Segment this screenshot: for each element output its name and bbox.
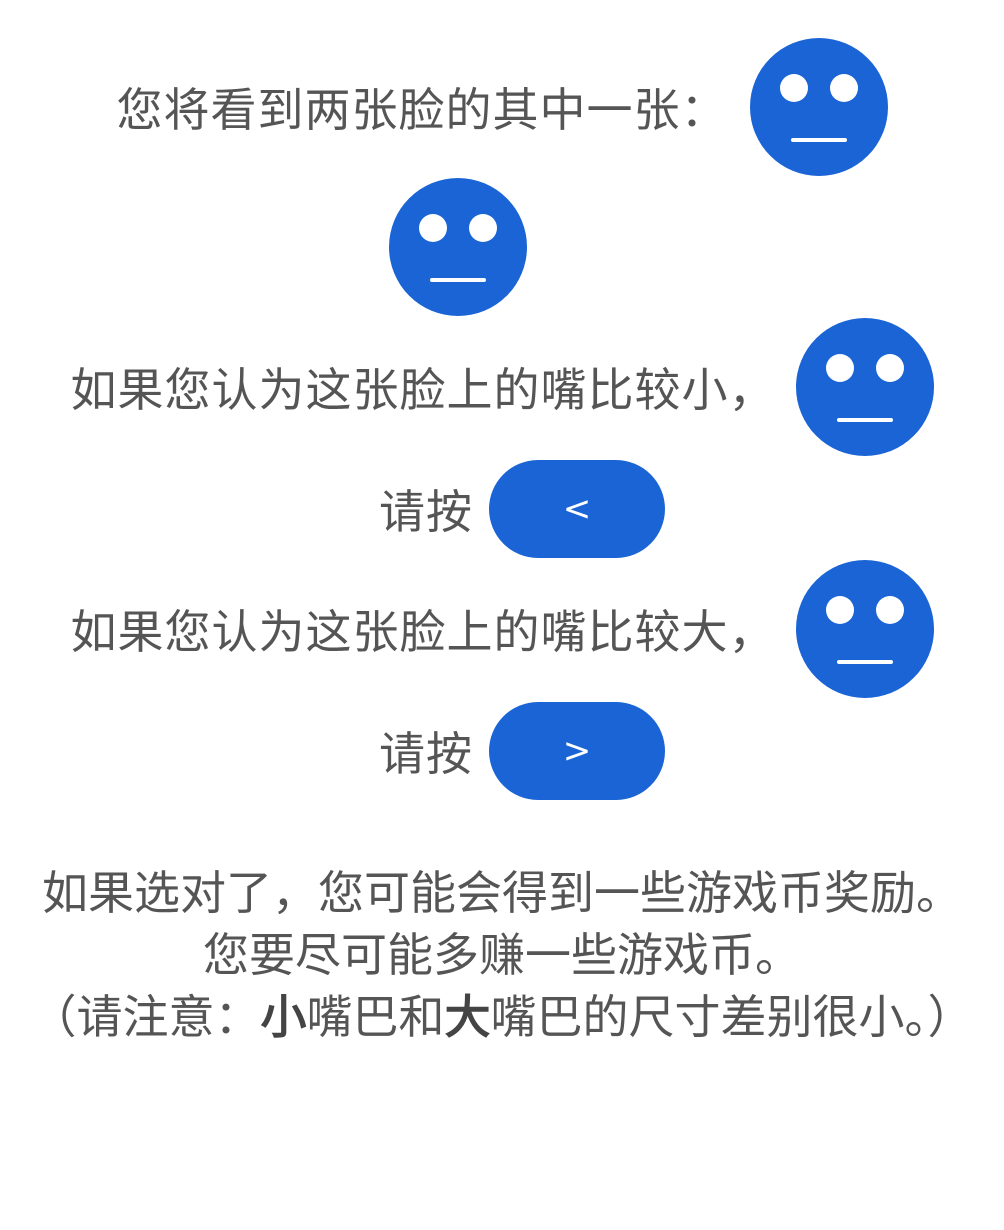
intro-row: 您将看到两张脸的其中一张：	[0, 38, 1004, 176]
intro-text: 您将看到两张脸的其中一张：	[116, 83, 728, 137]
instructions-paragraph: 如果选对了，您可能会得到一些游戏币奖励。 您要尽可能多赚一些游戏币。 （请注意：…	[20, 862, 984, 1048]
big-emphasis: 大	[444, 990, 491, 1044]
reward-text: 如果选对了，您可能会得到一些游戏币奖励。	[42, 866, 962, 920]
large-mouth-key-row: 请按 >	[0, 702, 1004, 800]
small-mouth-row: 如果您认为这张脸上的嘴比较小，	[0, 318, 1004, 456]
small-mouth-key-row: 请按 <	[0, 460, 1004, 558]
small-emphasis: 小	[260, 990, 307, 1044]
earn-text: 您要尽可能多赚一些游戏币。	[203, 928, 801, 982]
large-mouth-row: 如果您认为这张脸上的嘴比较大，	[0, 560, 1004, 698]
note-text: （请注意：小嘴巴和大嘴巴的尺寸差别很小。）	[30, 990, 974, 1044]
large-mouth-condition: 如果您认为这张脸上的嘴比较大，	[70, 605, 776, 659]
neutral-face-icon	[389, 178, 527, 316]
example-face-row	[0, 178, 1004, 316]
press-label: 请按	[379, 485, 473, 539]
right-key-button[interactable]: >	[489, 702, 665, 800]
left-key-button[interactable]: <	[489, 460, 665, 558]
neutral-face-icon	[795, 560, 934, 698]
small-mouth-condition: 如果您认为这张脸上的嘴比较小，	[70, 363, 776, 417]
neutral-face-icon	[795, 318, 934, 456]
press-label: 请按	[379, 727, 473, 781]
neutral-face-icon	[749, 38, 888, 176]
